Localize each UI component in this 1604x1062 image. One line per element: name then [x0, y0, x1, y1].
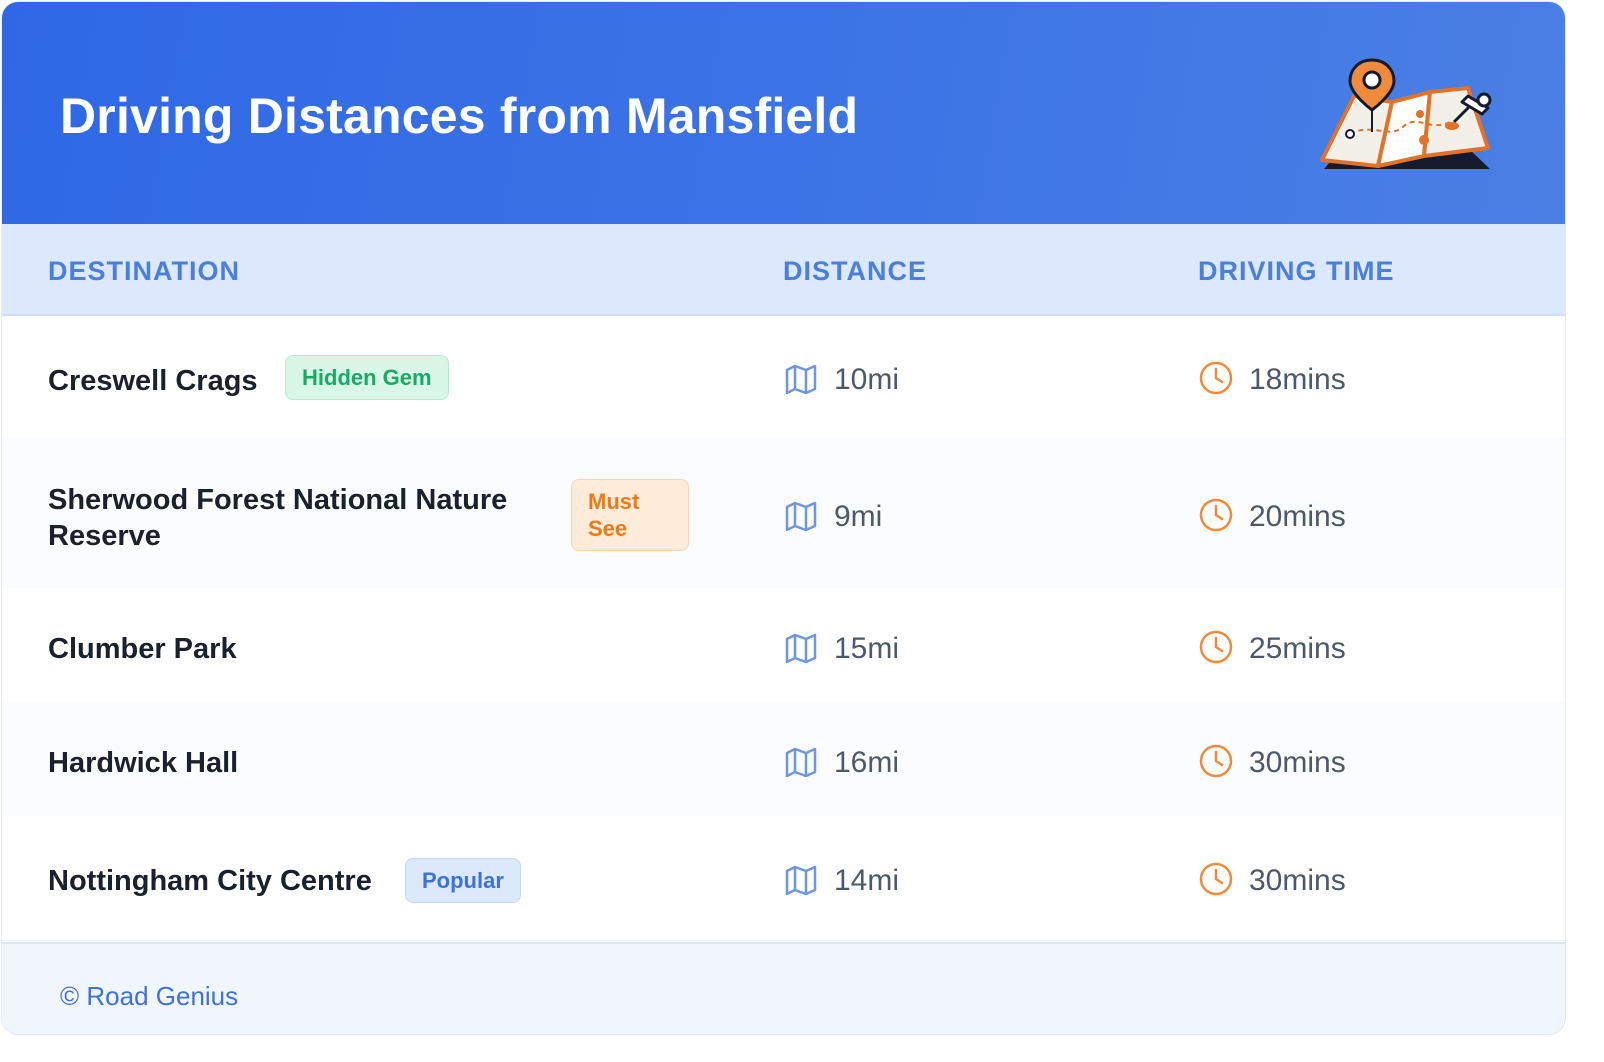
time-value: 30mins: [1249, 746, 1346, 779]
map-icon: [785, 501, 817, 531]
distance-value: 15mi: [834, 632, 900, 665]
column-header-driving-time: DRIVING TIME: [1198, 256, 1395, 286]
map-with-pins-icon: [1320, 58, 1492, 169]
distance-value: 14mi: [834, 864, 900, 897]
table-footer: © Road Genius: [2, 942, 1565, 1034]
map-icon: [785, 633, 817, 663]
distance-table-card: Driving Distances from Mansfield DESTINA…: [2, 2, 1565, 1034]
time-value: 20mins: [1249, 500, 1346, 533]
destination-name: Clumber Park: [48, 633, 237, 665]
must-see-badge: Must See: [571, 479, 689, 551]
table-row: Creswell Crags Hidden Gem 10mi 18mins: [2, 316, 1565, 439]
map-icon: [785, 865, 817, 895]
distance-value: 10mi: [834, 363, 900, 396]
badge-line-1: Must: [588, 489, 640, 514]
map-icon: [785, 747, 817, 777]
popular-badge: Popular: [405, 858, 521, 903]
clock-icon: [1199, 498, 1233, 532]
table-header-banner: Driving Distances from Mansfield: [2, 2, 1565, 224]
clock-icon: [1199, 862, 1233, 896]
column-header-distance: DISTANCE: [783, 256, 928, 286]
table-row: Clumber Park 15mi 25mins: [2, 588, 1565, 703]
page-title: Driving Distances from Mansfield: [60, 88, 859, 144]
time-value: 18mins: [1249, 363, 1346, 396]
time-value: 30mins: [1249, 864, 1346, 897]
destination-name-line-1: Sherwood Forest National Nature: [48, 484, 508, 516]
column-header-row: DESTINATION DISTANCE DRIVING TIME: [2, 224, 1565, 317]
column-header-destination: DESTINATION: [48, 256, 240, 286]
badge-line-2: See: [588, 516, 628, 541]
clock-icon: [1199, 361, 1233, 395]
destination-name: Creswell Crags: [48, 365, 258, 397]
destination-name: Sherwood Forest National Nature Reserve: [48, 482, 507, 554]
footer-credit: © Road Genius: [60, 981, 239, 1011]
distance-value: 16mi: [834, 746, 900, 779]
hidden-gem-badge: Hidden Gem: [285, 355, 449, 400]
time-value: 25mins: [1249, 632, 1346, 665]
clock-icon: [1199, 744, 1233, 778]
table-row: Nottingham City Centre Popular 14mi 30mi…: [2, 816, 1565, 941]
destination-name: Hardwick Hall: [48, 747, 239, 779]
table-row: Sherwood Forest National Nature Reserve …: [2, 438, 1565, 589]
destination-name: Nottingham City Centre: [48, 865, 372, 897]
map-icon: [785, 364, 817, 394]
table-row: Hardwick Hall 16mi 30mins: [2, 702, 1565, 817]
destination-name-line-2: Reserve: [48, 520, 161, 552]
clock-icon: [1199, 630, 1233, 664]
distance-value: 9mi: [834, 500, 883, 533]
